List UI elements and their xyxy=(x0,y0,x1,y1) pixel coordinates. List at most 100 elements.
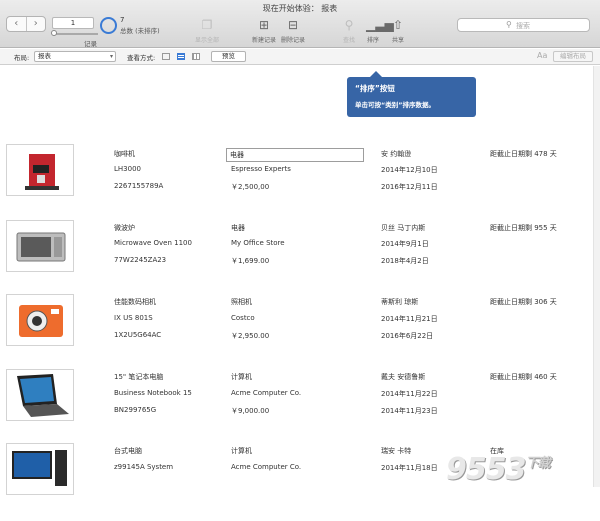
edit-layout-button[interactable]: 编辑布局 xyxy=(553,51,593,62)
item-category: 照相机 xyxy=(231,298,252,306)
window-toolbar: 现在开始体验： 报表 ‹ › 1 记录 7 总数 (未排序) ❐ 显示全部 ⊞ 新建… xyxy=(0,0,600,48)
record-label: 记录 xyxy=(84,40,97,48)
table-view-icon[interactable] xyxy=(192,53,200,60)
layout-bar: 布局: 报表 ▾ 查看方式: 预览 Aa 编辑布局 xyxy=(0,49,600,65)
item-date-due: 2014年11月23日 xyxy=(381,407,438,415)
tooltip-body: 单击可按“类别”排序数据。 xyxy=(355,101,436,109)
list-item[interactable]: 15" 笔记本电脑 Business Notebook 15 BN299765G… xyxy=(0,369,593,447)
preview-button[interactable]: 预览 xyxy=(211,51,246,62)
search-placeholder: 搜索 xyxy=(516,22,530,30)
desktop-computer-image xyxy=(12,450,67,486)
list-item[interactable]: 佳能数码相机 IX US 801S 1X2U5G64AC 照相机 Costco … xyxy=(0,294,593,372)
search-field[interactable]: ⚲ 搜索 xyxy=(457,18,590,32)
sort-tooltip: “排序”按钮 单击可按“类别”排序数据。 xyxy=(347,71,476,117)
product-thumbnail xyxy=(6,294,74,346)
item-status: 距截止日期剩 460 天 xyxy=(490,373,557,381)
text-format-icon[interactable]: Aa xyxy=(537,51,547,60)
show-all-icon: ❐ xyxy=(201,18,213,32)
item-person: 贝丝 马丁内斯 xyxy=(381,224,426,232)
item-date-due: 2016年6月22日 xyxy=(381,332,434,340)
laptop-image xyxy=(17,374,69,417)
item-vendor: Espresso Experts xyxy=(231,165,291,173)
item-vendor: My Office Store xyxy=(231,239,285,247)
microwave-image xyxy=(16,232,66,262)
record-count: 7 xyxy=(120,16,125,24)
search-icon: ⚲ xyxy=(506,20,512,29)
item-model: IX US 801S xyxy=(114,314,153,322)
item-date-due: 2018年4月2日 xyxy=(381,257,429,265)
item-price: ￥1,699.00 xyxy=(231,257,270,265)
camera-image xyxy=(19,305,63,337)
item-date-acquired: 2014年11月21日 xyxy=(381,315,438,323)
item-person: 瑞安 卡特 xyxy=(381,447,412,455)
view-as-label: 查看方式: xyxy=(127,54,156,62)
list-item[interactable]: 微波炉 Microwave Oven 1100 77W2245ZA23 电器 M… xyxy=(0,220,593,298)
item-person: 蒂斯利 琼斯 xyxy=(381,298,419,306)
layout-label: 布局: xyxy=(14,54,30,62)
form-view-icon[interactable] xyxy=(162,53,170,60)
item-serial: BN299765G xyxy=(114,406,157,414)
item-serial: 77W2245ZA23 xyxy=(114,256,167,264)
list-item[interactable]: 咖啡机 LH3000 2267155789A 电器 Espresso Exper… xyxy=(0,144,593,222)
item-model: Business Notebook 15 xyxy=(114,389,192,397)
item-name: 台式电脑 xyxy=(114,447,142,455)
delete-record-button[interactable]: ⊟ 删除记录 xyxy=(276,18,310,44)
show-all-button[interactable]: ❐ 显示全部 xyxy=(190,18,224,44)
share-button[interactable]: ⇧ 共享 xyxy=(381,18,415,44)
item-model: LH3000 xyxy=(114,165,141,173)
item-name: 佳能数码相机 xyxy=(114,298,156,306)
share-icon: ⇧ xyxy=(392,18,404,32)
item-status: 距截止日期剩 306 天 xyxy=(490,298,557,306)
coffee-machine-image xyxy=(25,154,59,190)
item-status: 距截止日期剩 955 天 xyxy=(490,224,557,232)
chevron-down-icon: ▾ xyxy=(109,53,113,60)
item-category: 计算机 xyxy=(231,373,252,381)
item-vendor: Acme Computer Co. xyxy=(231,389,302,397)
record-nav: ‹ › xyxy=(6,16,46,32)
item-person: 安 约翰逊 xyxy=(381,150,412,158)
item-category-field[interactable]: 电器 xyxy=(226,148,364,162)
product-thumbnail xyxy=(6,369,74,421)
previous-record-button[interactable]: ‹ xyxy=(7,17,26,31)
item-serial: 1X2U5G64AC xyxy=(114,331,162,339)
sort-icon: ▁▃▅ xyxy=(366,18,394,32)
window-title: 现在开始体验： 报表 xyxy=(262,4,338,13)
item-person: 戴夫 安德鲁斯 xyxy=(381,373,426,381)
record-number-field[interactable]: 1 xyxy=(52,17,94,29)
site-watermark: 9553下载 xyxy=(446,452,551,487)
item-price: ￥9,000.00 xyxy=(231,407,270,415)
record-total: 总数 (未排序) xyxy=(120,27,160,35)
item-price: ￥2,950.00 xyxy=(231,332,270,340)
item-date-acquired: 2014年11月18日 xyxy=(381,464,438,472)
product-thumbnail xyxy=(6,220,74,272)
tooltip-title: “排序”按钮 xyxy=(355,84,395,93)
vertical-scrollbar[interactable] xyxy=(593,66,600,487)
item-price: ￥2,500,00 xyxy=(231,183,270,191)
list-view-icon[interactable] xyxy=(177,53,185,60)
record-slider[interactable] xyxy=(51,30,98,36)
item-date-due: 2016年12月11日 xyxy=(381,183,438,191)
item-vendor: Costco xyxy=(231,314,255,322)
found-set-pie-icon xyxy=(100,17,117,34)
item-name: 咖啡机 xyxy=(114,150,135,158)
find-icon: ⚲ xyxy=(344,18,354,32)
layout-select[interactable]: 报表 ▾ xyxy=(34,51,116,62)
item-category: 电器 xyxy=(231,224,245,232)
item-serial: 2267155789A xyxy=(114,182,164,190)
new-record-icon: ⊞ xyxy=(258,18,270,32)
product-thumbnail xyxy=(6,144,74,196)
item-model: z99145A System xyxy=(114,463,174,471)
item-name: 微波炉 xyxy=(114,224,135,232)
item-vendor: Acme Computer Co. xyxy=(231,463,302,471)
item-date-acquired: 2014年9月1日 xyxy=(381,240,429,248)
product-thumbnail xyxy=(6,443,74,495)
item-date-acquired: 2014年12月10日 xyxy=(381,166,438,174)
item-category: 计算机 xyxy=(231,447,252,455)
item-date-acquired: 2014年11月22日 xyxy=(381,390,438,398)
item-name: 15" 笔记本电脑 xyxy=(114,373,164,381)
item-model: Microwave Oven 1100 xyxy=(114,239,192,247)
slider-knob[interactable] xyxy=(51,30,57,36)
delete-record-icon: ⊟ xyxy=(287,18,299,32)
next-record-button[interactable]: › xyxy=(25,17,46,31)
item-status: 距截止日期剩 478 天 xyxy=(490,150,557,158)
